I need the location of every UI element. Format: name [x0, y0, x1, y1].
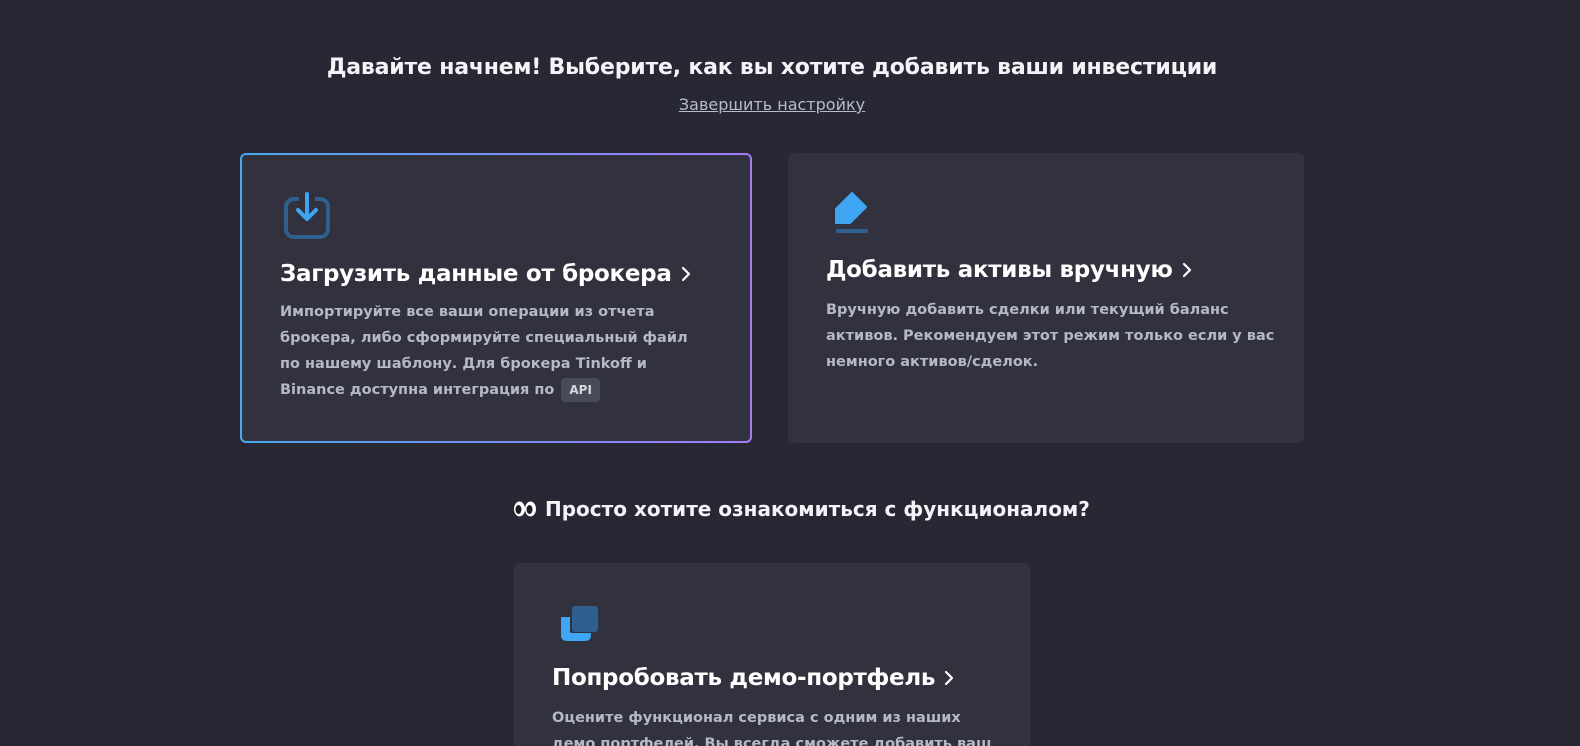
- pencil-icon: [832, 189, 882, 239]
- manual-add-description: Вручную добавить сделки или текущий бала…: [826, 302, 1275, 370]
- demo-portfolio-title: Попробовать демо-портфель: [552, 665, 955, 692]
- eyes-icon: [513, 499, 537, 523]
- manual-add-title: Добавить активы вручную: [826, 257, 1193, 284]
- demo-portfolio-description: Оцените функционал сервиса с одним из на…: [552, 710, 992, 746]
- import-broker-description: Импортируйте все ваши операции из отчета…: [280, 299, 710, 403]
- import-broker-card[interactable]: Загрузить данные от брокера Импортируйте…: [240, 153, 752, 443]
- demo-section-heading: Просто хотите ознакомиться с функционало…: [513, 497, 1090, 523]
- chevron-right-icon: [680, 262, 692, 288]
- demo-portfolio-card[interactable]: Попробовать демо-портфель Оцените функци…: [514, 563, 1030, 746]
- demo-portfolio-title-text: Попробовать демо-портфель: [552, 665, 936, 691]
- chevron-right-icon: [1181, 258, 1193, 284]
- download-icon: [282, 191, 332, 241]
- finish-setup-row: Завершить настройку: [0, 95, 1544, 114]
- page-title: Давайте начнем! Выберите, как вы хотите …: [326, 55, 1218, 80]
- chevron-right-icon: [943, 666, 955, 692]
- manual-add-card[interactable]: Добавить активы вручную Вручную добавить…: [788, 153, 1304, 443]
- api-badge: API: [561, 378, 600, 402]
- copy-icon: [558, 603, 608, 653]
- finish-setup-link[interactable]: Завершить настройку: [679, 95, 865, 114]
- import-broker-description-text: Импортируйте все ваши операции из отчета…: [280, 304, 688, 398]
- manual-add-title-text: Добавить активы вручную: [826, 257, 1173, 283]
- demo-section-heading-text: Просто хотите ознакомиться с функционало…: [545, 497, 1090, 521]
- onboarding-page: Давайте начнем! Выберите, как вы хотите …: [0, 0, 1580, 746]
- import-broker-title: Загрузить данные от брокера: [280, 261, 692, 288]
- import-broker-title-text: Загрузить данные от брокера: [280, 261, 672, 287]
